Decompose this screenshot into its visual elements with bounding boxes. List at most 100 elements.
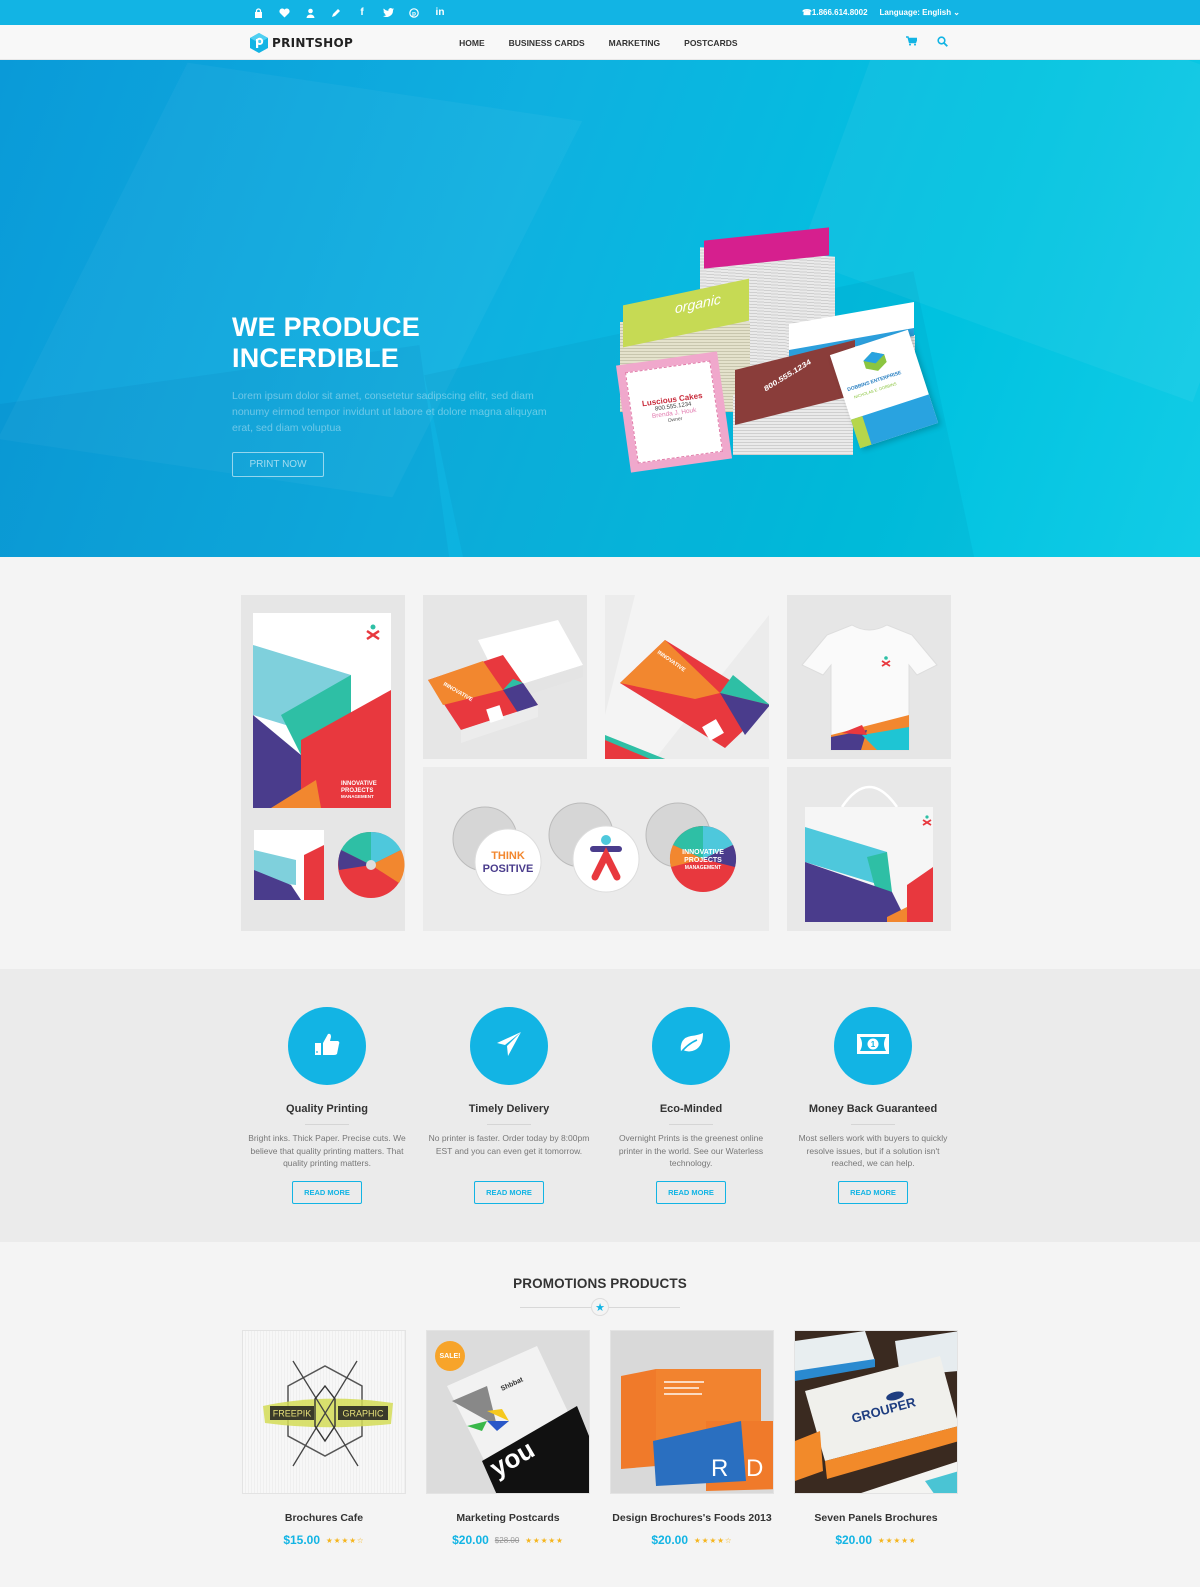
logo-icon: [250, 32, 268, 53]
product-price: $20.00: [452, 1533, 489, 1547]
product-old-price: $28.00: [494, 1535, 520, 1545]
top-icons: f p in: [240, 7, 446, 18]
feature-divider: [487, 1124, 531, 1125]
product-image[interactable]: FREEPIK GRAPHIC: [242, 1330, 406, 1494]
brochure-artwork: INNOVATIVE PROJECTS MANAGEMENT: [253, 613, 405, 900]
green-card-text: organic: [675, 290, 721, 317]
gallery-item-single-card[interactable]: INNOVATIVE: [605, 595, 769, 759]
feature-icon-circle: 1: [834, 1007, 912, 1085]
feature-title: Timely Delivery: [468, 1103, 550, 1115]
cart-icon[interactable]: [906, 35, 919, 50]
search-icon[interactable]: [937, 35, 948, 50]
feature-divider: [669, 1124, 713, 1125]
portfolio-gallery: INNOVATIVE PROJECTS MANAGEMENT INNOVATIV…: [0, 557, 1200, 969]
main-nav: HOME BUSINESS CARDS MARKETING POSTCARDS: [459, 38, 737, 48]
nav-postcards[interactable]: POSTCARDS: [684, 38, 737, 48]
positive-text: POSITIVE: [483, 863, 534, 875]
brochure-text: INNOVATIVE: [341, 781, 377, 787]
gallery-item-tshirt[interactable]: [787, 595, 951, 759]
product-name[interactable]: Brochures Cafe: [242, 1512, 406, 1524]
read-more-button[interactable]: READ MORE: [292, 1181, 362, 1204]
logo-text: PRINTSHOP: [272, 35, 354, 50]
pinterest-icon[interactable]: p: [408, 7, 420, 18]
r-letter: R: [711, 1455, 728, 1482]
facebook-icon[interactable]: f: [356, 7, 368, 18]
promotions-section: PROMOTIONS PRODUCTS ★ FREEPIK GRAPHIC Br…: [0, 1242, 1200, 1577]
freepik-text: FREEPIK: [273, 1409, 312, 1419]
product-card[interactable]: FREEPIK GRAPHIC Brochures Cafe $15.00 ★★…: [242, 1330, 406, 1547]
linkedin-icon[interactable]: in: [434, 7, 446, 18]
lock-icon[interactable]: [252, 7, 264, 18]
business-cards-artwork: INNOVATIVE: [428, 620, 583, 743]
gallery-item-brochure[interactable]: INNOVATIVE PROJECTS MANAGEMENT: [241, 595, 405, 931]
product-name[interactable]: Marketing Postcards: [426, 1512, 590, 1524]
feature-icon-circle: [470, 1007, 548, 1085]
product-name[interactable]: Seven Panels Brochures: [794, 1512, 958, 1524]
product-image[interactable]: GROUPER: [794, 1330, 958, 1494]
product-price: $15.00: [283, 1533, 321, 1547]
read-more-button[interactable]: READ MORE: [474, 1181, 544, 1204]
gallery-item-shopping-bag[interactable]: [787, 767, 951, 931]
feature-title: Eco-Minded: [659, 1103, 723, 1115]
phone-number: ☎1.866.614.8002: [801, 8, 868, 17]
language-selector[interactable]: Language: English ⌄: [880, 8, 960, 17]
grouper-cards-artwork: GROUPER: [795, 1331, 957, 1493]
twitter-icon[interactable]: [382, 8, 394, 17]
feature-divider: [851, 1124, 895, 1125]
feature-description: No printer is faster. Order today by 8:0…: [428, 1133, 590, 1156]
tshirt-artwork: [801, 624, 938, 751]
product-image[interactable]: SALE! Shbbat you: [426, 1330, 590, 1494]
feature-timely-delivery: Timely Delivery No printer is faster. Or…: [418, 1007, 600, 1204]
money-icon: 1: [857, 1033, 889, 1059]
think-text: THINK: [491, 850, 525, 862]
graphic-text: GRAPHIC: [342, 1409, 384, 1419]
product-price: $20.00: [835, 1533, 873, 1547]
feature-description: Overnight Prints is the greenest online …: [618, 1133, 764, 1168]
product-name[interactable]: Design Brochures's Foods 2013: [610, 1512, 774, 1524]
gallery-item-business-cards[interactable]: INNOVATIVE: [423, 595, 587, 759]
sale-badge: SALE!: [435, 1341, 465, 1371]
nav-marketing[interactable]: MARKETING: [609, 38, 660, 48]
product-card[interactable]: GROUPER Seven Panels Brochures $20.00 ★★…: [794, 1330, 958, 1547]
heart-icon[interactable]: [278, 7, 290, 18]
top-bar: f p in ☎1.866.614.8002 Language: English…: [0, 0, 1200, 25]
section-divider: ★: [520, 1298, 680, 1316]
rating-stars: ★★★★☆: [694, 1535, 733, 1545]
feature-description: Most sellers work with buyers to quickly…: [798, 1133, 948, 1168]
product-card[interactable]: R D Design Brochures's Foods 2013 $20.00…: [610, 1330, 774, 1547]
pink-card: Luscious Cakes 800.555.1234 Brenda J. Ho…: [615, 351, 733, 473]
product-image[interactable]: R D: [610, 1330, 774, 1494]
print-now-button[interactable]: PRINT NOW: [232, 452, 324, 477]
rd-brochure-artwork: R D: [621, 1369, 773, 1491]
product-card[interactable]: SALE! Shbbat you Marketing Postcards $20…: [426, 1330, 590, 1547]
nav-business-cards[interactable]: BUSINESS CARDS: [509, 38, 585, 48]
pencil-icon[interactable]: [330, 8, 342, 18]
feature-icon-circle: [288, 1007, 366, 1085]
svg-text:p: p: [412, 10, 416, 17]
feature-title: Quality Printing: [286, 1103, 368, 1115]
user-icon[interactable]: [304, 8, 316, 18]
feature-description: Bright inks. Thick Paper. Precise cuts. …: [248, 1133, 406, 1168]
logo[interactable]: PRINTSHOP: [250, 32, 354, 53]
d-letter: D: [746, 1455, 763, 1482]
product-price: $20.00: [651, 1533, 689, 1547]
read-more-button[interactable]: READ MORE: [656, 1181, 726, 1204]
hero-title: WE PRODUCE INCERDIBLE: [232, 312, 421, 373]
feature-title: Money Back Guaranteed: [808, 1103, 938, 1115]
gallery-item-buttons[interactable]: THINK POSITIVE INNOVATIVE PROJECTS MANAG…: [423, 767, 769, 931]
business-cards-illustration: organic 800.555.1234 Luscious Cakes 800.…: [615, 227, 945, 480]
hero-description: Lorem ipsum dolor sit amet, consetetur s…: [232, 390, 547, 434]
hero-banner: WE PRODUCE INCERDIBLE Lorem ipsum dolor …: [0, 60, 1200, 557]
freepik-graphic-artwork: FREEPIK GRAPHIC: [263, 1360, 393, 1467]
brown-card-phone: 800.555.1234: [762, 357, 813, 394]
button-management-text: MANAGEMENT: [685, 865, 721, 871]
leaf-icon: [677, 1032, 705, 1061]
shopping-bag-artwork: [787, 767, 951, 931]
nav-home[interactable]: HOME: [459, 38, 485, 48]
rating-stars: ★★★★☆: [326, 1535, 365, 1545]
feature-quality-printing: Quality Printing Bright inks. Thick Pape…: [236, 1007, 418, 1204]
feature-divider: [305, 1124, 349, 1125]
button-innovative-text: INNOVATIVE: [682, 849, 724, 856]
read-more-button[interactable]: READ MORE: [838, 1181, 908, 1204]
rating-stars: ★★★★★: [878, 1535, 917, 1545]
